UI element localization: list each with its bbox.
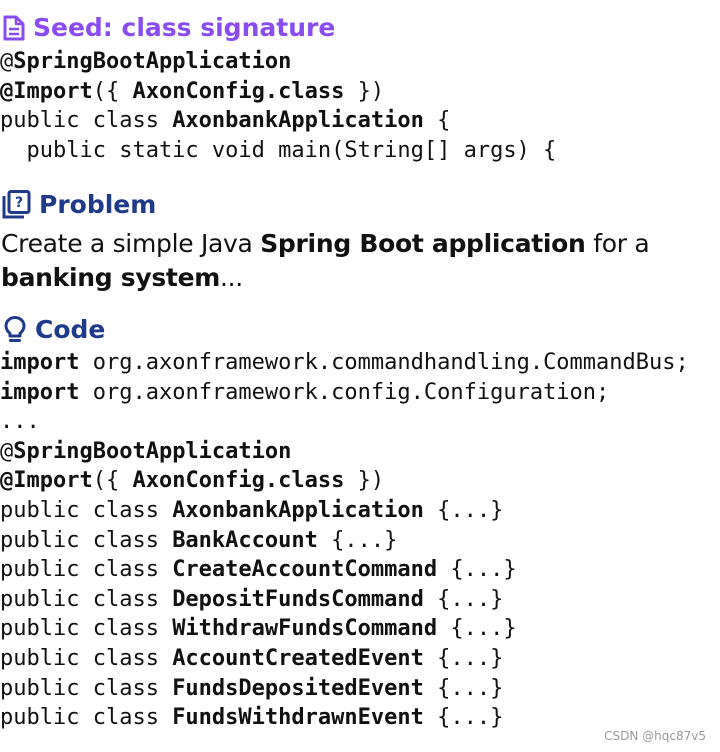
code-token-bold: AxonbankApplication <box>172 497 424 523</box>
code-block: import org.axonframework.commandhandling… <box>0 348 689 733</box>
code-token-bold: import <box>0 350 80 375</box>
seed-heading: Seed: class signature <box>3 12 335 44</box>
code-token: org.axonframework.commandhandling.Comman… <box>79 350 689 375</box>
code-token-bold: SpringBootApplication <box>13 438 292 464</box>
code-token-bold: BankAccount <box>172 527 318 553</box>
code-line: public class AxonbankApplication { <box>0 106 556 136</box>
text-run: ... <box>219 263 243 292</box>
code-token: {...} <box>423 675 504 701</box>
code-line: @SpringBootApplication <box>0 437 689 467</box>
svg-text:?: ? <box>15 195 23 211</box>
text-run: Create a simple Java <box>1 229 261 258</box>
code-token-bold: DepositFundsCommand <box>172 586 424 612</box>
code-token-bold: AxonConfig.class <box>132 468 345 494</box>
code-line: public class AccountCreatedEvent {...} <box>0 644 689 674</box>
code-token: org.axonframework.config.Configuration; <box>79 379 610 405</box>
code-token-bold: AccountCreatedEvent <box>172 645 424 671</box>
code-token: @ <box>0 438 14 464</box>
code-heading-text: Code <box>35 315 106 344</box>
text-run: for a <box>585 229 650 258</box>
code-token: public class <box>0 497 173 523</box>
code-token: {...} <box>423 645 504 671</box>
emphasis-text: Spring Boot application <box>260 229 586 258</box>
code-token: ({ <box>92 468 133 494</box>
code-token-bold: @Import <box>0 78 93 104</box>
problem-heading-text: Problem <box>39 190 157 219</box>
code-token: ({ <box>92 78 133 104</box>
code-line: public class WithdrawFundsCommand {...} <box>0 614 689 644</box>
code-token: {...} <box>423 586 504 612</box>
code-token: {...} <box>423 497 504 523</box>
code-line: ... <box>0 407 689 437</box>
seed-heading-text: Seed: class signature <box>33 13 336 42</box>
seed-code-block: @SpringBootApplication @Import({ AxonConf… <box>0 47 556 165</box>
code-line: public class FundsWithdrawnEvent {...} <box>0 703 689 733</box>
code-line: public class AxonbankApplication {...} <box>0 496 689 526</box>
code-token-bold: AxonbankApplication <box>172 108 424 134</box>
question-book-icon: ? <box>2 190 31 219</box>
problem-description: Create a simple Java Spring Boot applica… <box>1 227 719 295</box>
code-token: public class <box>0 616 173 642</box>
code-line: public class FundsDepositedEvent {...} <box>0 674 689 704</box>
code-token-bold: FundsWithdrawnEvent <box>172 705 424 731</box>
document-icon <box>3 15 25 41</box>
code-token: }) <box>344 468 385 494</box>
code-line: @Import({ AxonConfig.class }) <box>0 77 556 107</box>
code-token: public class <box>0 675 173 701</box>
emphasis-text: banking system <box>1 263 220 292</box>
code-token: {...} <box>437 557 517 583</box>
code-token-bold: FundsDepositedEvent <box>172 675 424 701</box>
code-token-bold: @Import <box>0 468 93 494</box>
problem-heading: ? Problem <box>1 189 156 221</box>
code-token-bold: WithdrawFundsCommand <box>172 616 438 642</box>
code-token: ... <box>0 409 40 435</box>
code-token: public class <box>0 645 173 671</box>
code-line: import org.axonframework.commandhandling… <box>0 348 689 378</box>
code-token: public class <box>0 705 173 731</box>
code-line: import org.axonframework.config.Configur… <box>0 378 689 408</box>
code-heading: Code <box>3 314 105 346</box>
code-token: public class <box>0 557 173 583</box>
code-token-bold: import <box>0 379 80 405</box>
code-line: public class DepositFundsCommand {...} <box>0 585 689 615</box>
code-line: public static void main(String[] args) { <box>0 136 556 166</box>
code-token: public class <box>0 108 173 134</box>
code-line: @SpringBootApplication <box>0 47 556 77</box>
watermark: CSDN @hqc87v5 <box>604 729 706 743</box>
code-token: public class <box>0 527 173 553</box>
code-token: }) <box>344 78 385 104</box>
code-line: @Import({ AxonConfig.class }) <box>0 466 689 496</box>
code-token: public static void main(String[] args) { <box>0 137 557 163</box>
code-line: public class CreateAccountCommand {...} <box>0 555 689 585</box>
code-token: public class <box>0 586 173 612</box>
code-token: @ <box>0 49 14 74</box>
code-token: {...} <box>437 616 517 642</box>
code-token-bold: CreateAccountCommand <box>172 557 438 583</box>
code-line: public class BankAccount {...} <box>0 526 689 556</box>
code-token-bold: SpringBootApplication <box>13 49 292 74</box>
code-token: {...} <box>423 705 504 731</box>
lightbulb-icon <box>4 316 26 342</box>
code-token: { <box>423 108 451 134</box>
code-token-bold: AxonConfig.class <box>132 78 345 104</box>
code-token: {...} <box>317 527 398 553</box>
